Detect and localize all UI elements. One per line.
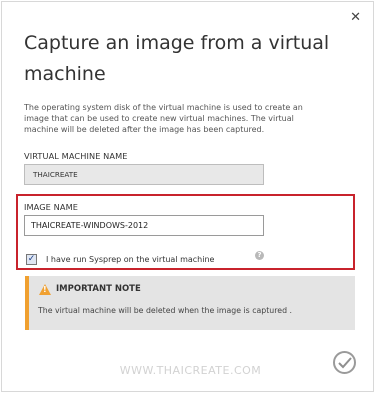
note-text: The virtual machine will be deleted when… — [38, 306, 292, 315]
capture-image-dialog: ✕ Capture an image from a virtual machin… — [1, 1, 374, 392]
sysprep-label-text: I have run Sysprep on the virtual machin… — [46, 255, 215, 264]
close-icon[interactable]: ✕ — [350, 10, 361, 25]
question-icon[interactable]: ? — [255, 251, 264, 260]
dialog-title: Capture an image from a virtual machine — [24, 32, 330, 85]
vm-name-field: THAICREATE — [24, 164, 264, 185]
confirm-button[interactable] — [333, 351, 356, 374]
image-name-input[interactable] — [24, 215, 264, 236]
image-name-label: IMAGE NAME — [24, 202, 79, 212]
watermark: WWW.THAICREATE.COM — [119, 364, 262, 377]
important-note: ! IMPORTANT NOTE The virtual machine wil… — [25, 276, 355, 330]
sysprep-checkbox[interactable]: ✓ — [26, 254, 37, 265]
dialog-description: The operating system disk of the virtual… — [24, 103, 303, 134]
note-title: IMPORTANT NOTE — [56, 284, 141, 294]
sysprep-label: I have run Sysprep on the virtual machin… — [46, 251, 266, 264]
warning-icon: ! — [39, 284, 51, 295]
checkmark-icon — [338, 357, 352, 369]
vm-name-label: VIRTUAL MACHINE NAME — [24, 151, 128, 161]
